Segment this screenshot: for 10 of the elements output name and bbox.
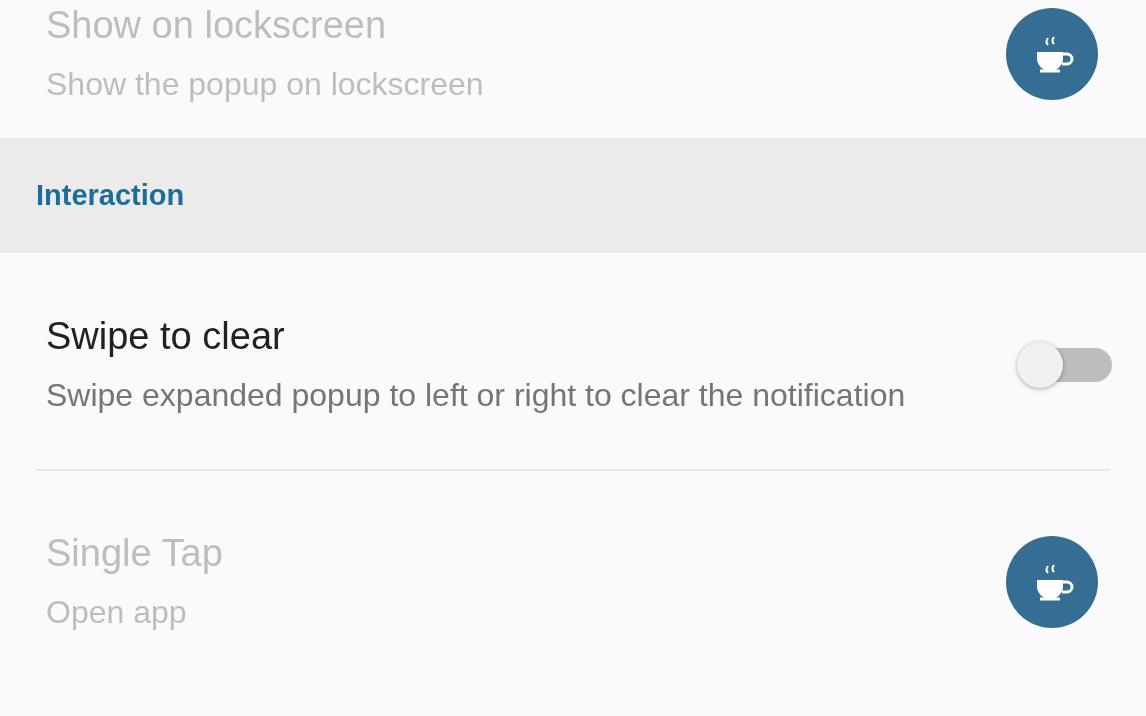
setting-description: Open app bbox=[46, 593, 188, 632]
setting-description: Swipe expanded popup to left or right to clear the notification bbox=[46, 376, 906, 415]
setting-title: Single Tap bbox=[46, 531, 224, 576]
coffee-cup-icon bbox=[1006, 8, 1098, 100]
toggle-switch[interactable] bbox=[1017, 340, 1112, 390]
coffee-cup-icon bbox=[1006, 536, 1098, 628]
setting-title: Swipe to clear bbox=[46, 314, 286, 359]
setting-description: Show the popup on lockscreen bbox=[46, 65, 485, 104]
section-title: Interaction bbox=[36, 179, 185, 212]
setting-title: Show on lockscreen bbox=[46, 3, 388, 48]
